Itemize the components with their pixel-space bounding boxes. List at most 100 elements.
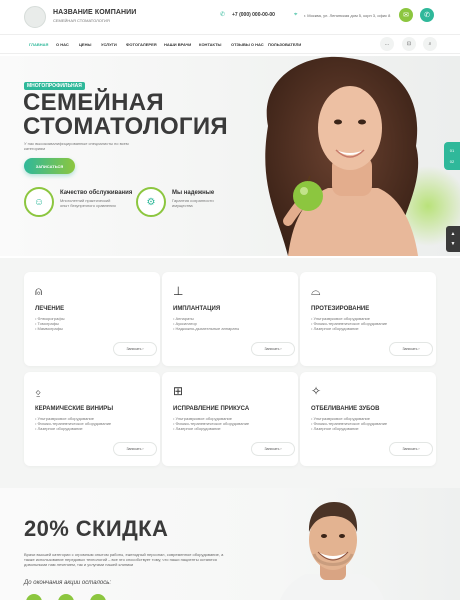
service-items: Ультразвуковое оборудование Физико-терап… <box>311 416 388 431</box>
service-card[interactable]: ✧ ОТБЕЛИВАНИЕ ЗУБОВ Ультразвуковое обору… <box>300 372 436 466</box>
service-items: Ультразвуковое оборудование Физико-терап… <box>35 416 112 431</box>
call-button[interactable]: ✆ <box>420 8 434 22</box>
service-signup-button[interactable]: Записать › <box>389 342 433 356</box>
more-button[interactable]: ... <box>380 37 394 51</box>
chevron-down-icon[interactable]: ▼ <box>451 241 456 247</box>
nav-item-about[interactable]: О НАС <box>56 42 69 47</box>
service-item: Лазерное оборудование <box>311 426 387 431</box>
location-icon: ⌖ <box>294 12 298 18</box>
service-signup-button[interactable]: Записать › <box>389 442 433 456</box>
service-item: Лазерное оборудование <box>311 326 387 331</box>
timer-circle <box>58 594 74 600</box>
button-label: Записать <box>402 447 418 451</box>
main-nav: ГЛАВНАЯ О НАС ЦЕНЫ УСЛУГИ ФОТОГАЛЕРЕЯ НА… <box>0 34 460 54</box>
service-card[interactable]: ⍚ КЕРАМИЧЕСКИЕ ВИНИРЫ Ультразвуковое обо… <box>24 372 160 466</box>
phone-number[interactable]: +7 (000) 000-00-00 <box>232 12 275 18</box>
service-title: КЕРАМИЧЕСКИЕ ВИНИРЫ <box>35 406 114 412</box>
button-label: Записать <box>126 447 142 451</box>
tooth-icon: ⍝ <box>35 284 43 298</box>
hero-title-line1: СЕМЕЙНАЯ <box>23 89 164 116</box>
implant-icon: ⊥ <box>173 284 184 298</box>
cart-icon: ⊡ <box>406 41 412 47</box>
button-label: Записать <box>126 347 142 351</box>
quality-icon: ☺ <box>24 187 54 217</box>
feature-title: Мы надежные <box>172 190 215 196</box>
promo-section: 20% СКИДКА Врачи высшей категории с огро… <box>0 488 460 600</box>
nav-item-contacts[interactable]: КОНТАКТЫ <box>199 42 221 47</box>
search-button[interactable]: ⌕ <box>423 37 437 51</box>
service-title: ИСПРАВЛЕНИЕ ПРИКУСА <box>173 406 250 412</box>
nav-item-reviews[interactable]: ОТЗЫВЫ О НАС <box>231 42 264 47</box>
hero-banner: МНОГОПРОФИЛЬНАЯ СЕМЕЙНАЯ СТОМАТОЛОГИЯ У … <box>0 56 460 256</box>
service-items: Аппараты Ауксилатор Надкожно-дыхательные… <box>173 316 240 331</box>
search-icon: ⌕ <box>428 41 432 47</box>
hero-title-line2: СТОМАТОЛОГИЯ <box>23 113 228 140</box>
feature-desc: Гарантия сохранности имущества <box>172 198 214 208</box>
chevron-up-icon[interactable]: ▲ <box>451 231 456 237</box>
service-signup-button[interactable]: Записать › <box>113 342 157 356</box>
header: НАЗВАНИЕ КОМПАНИИ СЕМЕЙНАЯ СТОМАТОЛОГИЯ … <box>0 0 460 32</box>
feature-desc: Многолетний практический опыт безупречно… <box>60 198 116 208</box>
slider-dot[interactable]: 01 <box>450 148 454 153</box>
hero-title: СЕМЕЙНАЯ СТОМАТОЛОГИЯ <box>23 91 228 139</box>
promo-title: 20% СКИДКА <box>24 516 169 541</box>
feature-quality-text: Качество обслуживания Многолетний практи… <box>60 190 132 208</box>
feature-quality: ☺ Качество обслуживания Многолетний прак… <box>24 187 132 217</box>
mail-button[interactable]: ✉ <box>399 8 413 22</box>
company-logo[interactable] <box>24 6 46 28</box>
page: НАЗВАНИЕ КОМПАНИИ СЕМЕЙНАЯ СТОМАТОЛОГИЯ … <box>0 0 460 600</box>
address: г. Москва, ул. Ленинская дом 5, корп 3, … <box>304 13 391 18</box>
service-title: ОТБЕЛИВАНИЕ ЗУБОВ <box>311 406 380 412</box>
nav-item-users[interactable]: ПОЛЬЗОВАТЕЛИ <box>268 42 301 47</box>
braces-icon: ⊞ <box>173 384 184 398</box>
whitening-icon: ✧ <box>311 384 322 398</box>
cart-button[interactable]: ⊡ <box>402 37 416 51</box>
service-item: Надкожно-дыхательные аппараты <box>173 326 240 331</box>
services-section: ⍝ ЛЕЧЕНИЕ Флюорографы Томографы Маммогра… <box>0 258 460 488</box>
service-title: ЛЕЧЕНИЕ <box>35 306 65 312</box>
company-name[interactable]: НАЗВАНИЕ КОМПАНИИ <box>53 9 136 16</box>
phone-icon: ✆ <box>220 12 226 18</box>
call-icon: ✆ <box>424 12 430 19</box>
service-item: Лазерное оборудование <box>35 426 111 431</box>
company-subtitle: СЕМЕЙНАЯ СТОМАТОЛОГИЯ <box>53 18 110 23</box>
service-title: ПРОТЕЗИРОВАНИЕ <box>311 306 370 312</box>
service-item: Маммографы <box>35 326 65 331</box>
mail-icon: ✉ <box>403 12 409 19</box>
button-label: Записать <box>264 347 280 351</box>
service-signup-button[interactable]: Записать › <box>251 342 295 356</box>
feature-reliable: ⚙ Мы надежные Гарантия сохранности имуще… <box>136 187 230 217</box>
feature-reliable-text: Мы надежные Гарантия сохранности имущест… <box>172 190 230 208</box>
service-signup-button[interactable]: Записать › <box>113 442 157 456</box>
slider-dot[interactable]: 02 <box>450 159 454 164</box>
promo-timer-label: До окончания акции осталось: <box>24 580 112 586</box>
feature-title: Качество обслуживания <box>60 190 133 196</box>
service-items: Ультразвуковое оборудование Физико-терап… <box>311 316 388 331</box>
slider-pagination[interactable]: 01 02 <box>444 142 460 170</box>
hero-photo-woman <box>265 56 460 256</box>
service-items: Флюорографы Томографы Маммографы <box>35 316 65 331</box>
reliable-icon: ⚙ <box>136 187 166 217</box>
button-label: Записать <box>264 447 280 451</box>
nav-item-doctors[interactable]: НАШИ ВРАЧИ <box>164 42 191 47</box>
promo-photo-man <box>280 502 384 600</box>
nav-item-gallery[interactable]: ФОТОГАЛЕРЕЯ <box>126 42 157 47</box>
nav-item-prices[interactable]: ЦЕНЫ <box>79 42 91 47</box>
hero-subtitle: У нас высококвалифицированные специалист… <box>24 141 129 151</box>
timer-circle <box>90 594 106 600</box>
veneer-icon: ⍚ <box>35 384 43 398</box>
button-label: Записать <box>402 347 418 351</box>
signup-button[interactable]: ЗАПИСАТЬСЯ <box>24 158 75 174</box>
service-title: ИМПЛАНТАЦИЯ <box>173 306 221 312</box>
service-signup-button[interactable]: Записать › <box>251 442 295 456</box>
service-card[interactable]: ⍝ ЛЕЧЕНИЕ Флюорографы Томографы Маммогра… <box>24 272 160 366</box>
promo-text: Врачи высшей категории с огромным опытом… <box>24 552 224 567</box>
timer-circle <box>26 594 42 600</box>
service-card[interactable]: ⊥ ИМПЛАНТАЦИЯ Аппараты Ауксилатор Надкож… <box>162 272 298 366</box>
slider-arrows: ▲ ▼ <box>446 226 460 252</box>
nav-item-services[interactable]: УСЛУГИ <box>101 42 117 47</box>
nav-item-home[interactable]: ГЛАВНАЯ <box>29 42 48 47</box>
service-card[interactable]: ⌓ ПРОТЕЗИРОВАНИЕ Ультразвуковое оборудов… <box>300 272 436 366</box>
denture-icon: ⌓ <box>311 284 321 298</box>
service-card[interactable]: ⊞ ИСПРАВЛЕНИЕ ПРИКУСА Ультразвуковое обо… <box>162 372 298 466</box>
